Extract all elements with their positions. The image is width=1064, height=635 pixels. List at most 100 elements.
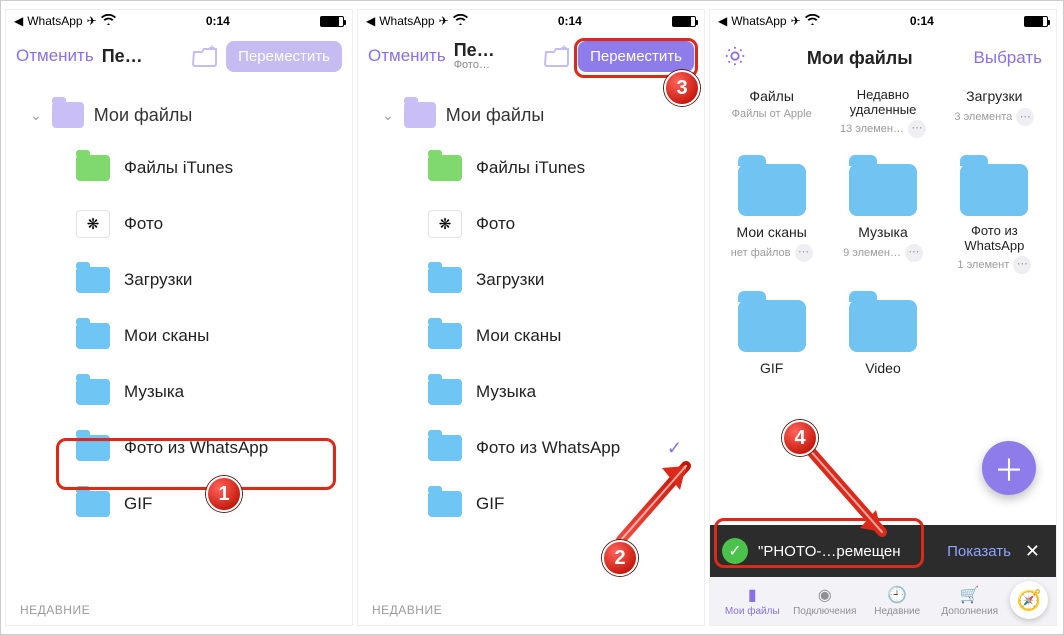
grid-cell[interactable]: Фото из WhatsApp 1 элемент ⋯ xyxy=(943,146,1046,276)
folder-row[interactable]: ❋ Фото xyxy=(368,196,694,252)
root-folder-row[interactable]: ⌄ Мои файлы xyxy=(368,90,694,140)
grid-cell[interactable]: Загрузки 3 элемента⋯ xyxy=(943,84,1046,140)
success-check-icon: ✓ xyxy=(722,538,748,564)
grid-cell[interactable]: Музыка 9 элемен… ⋯ xyxy=(831,146,934,276)
folder-row[interactable]: Файлы iTunes xyxy=(368,140,694,196)
safari-compass-icon[interactable]: 🧭 xyxy=(1010,581,1048,619)
tab-my-files[interactable]: ▮ Мои файлы xyxy=(716,586,789,617)
status-bar: ◀ WhatsApp ✈ 0:14 xyxy=(6,10,352,32)
folder-title: GIF xyxy=(760,360,783,378)
wifi-icon xyxy=(453,14,468,28)
folder-row[interactable]: Музыка xyxy=(368,364,694,420)
ellipsis-icon[interactable]: ⋯ xyxy=(908,120,926,138)
back-app-label[interactable]: WhatsApp xyxy=(27,14,82,28)
nav-subtitle: Фото… xyxy=(454,60,495,72)
close-icon[interactable]: ✕ xyxy=(1021,541,1044,562)
folder-icon xyxy=(428,267,462,293)
nav-title: Пе… xyxy=(454,41,495,60)
wifi-icon xyxy=(805,14,820,28)
ellipsis-icon[interactable]: ⋯ xyxy=(795,244,813,262)
battery-icon xyxy=(672,16,696,27)
status-time: 0:14 xyxy=(468,14,672,28)
folder-title: Мои сканы xyxy=(737,224,807,242)
folder-row[interactable]: Файлы iTunes xyxy=(16,140,342,196)
ellipsis-icon[interactable]: ⋯ xyxy=(905,244,923,262)
tab-label: Мои файлы xyxy=(725,606,780,617)
back-app-label[interactable]: WhatsApp xyxy=(379,14,434,28)
folder-row[interactable]: Фото из WhatsApp xyxy=(16,420,342,476)
folder-list: ⌄ Мои файлы Файлы iTunes ❋ Фото Загрузки… xyxy=(6,80,352,532)
svg-text:+: + xyxy=(561,45,567,54)
cancel-button[interactable]: Отменить xyxy=(16,46,94,66)
tab-addons[interactable]: 🛒 Дополнения xyxy=(934,586,1007,617)
folder-meta: 1 элемент xyxy=(957,259,1009,271)
folder-row[interactable]: Загрузки xyxy=(368,252,694,308)
nav-title: Пе… xyxy=(102,47,143,66)
back-chevron-icon: ◀ xyxy=(366,14,375,28)
screen-1: ◀ WhatsApp ✈ 0:14 Отменить Пе… + Перемес… xyxy=(5,9,353,626)
status-bar: ◀ WhatsApp ✈ 0:14 xyxy=(358,10,704,32)
folder-row[interactable]: Загрузки xyxy=(16,252,342,308)
add-button[interactable]: ＋ xyxy=(982,441,1036,495)
chevron-down-icon: ⌄ xyxy=(30,107,42,124)
select-button[interactable]: Выбрать xyxy=(974,48,1042,68)
new-folder-icon[interactable]: + xyxy=(544,45,570,67)
move-button[interactable]: Переместить xyxy=(578,41,694,72)
tab-label: Недавние xyxy=(874,606,920,617)
folder-title: Video xyxy=(865,360,901,378)
folder-row[interactable]: Мои сканы xyxy=(368,308,694,364)
folder-meta: 9 элемен… xyxy=(843,247,901,259)
folder-icon xyxy=(960,164,1028,216)
folder-row[interactable]: GIF xyxy=(16,476,342,532)
ellipsis-icon[interactable]: ⋯ xyxy=(1016,108,1034,126)
folder-label: Музыка xyxy=(476,382,536,402)
folder-title: Музыка xyxy=(858,224,908,242)
step-badge-1: 1 xyxy=(206,476,242,512)
back-app-label[interactable]: WhatsApp xyxy=(731,14,786,28)
folder-title: Фото из WhatsApp xyxy=(943,224,1046,254)
battery-icon xyxy=(320,16,344,27)
airplane-icon: ✈ xyxy=(87,14,97,28)
folder-row[interactable]: ❋ Фото xyxy=(16,196,342,252)
itunes-folder-icon xyxy=(76,155,110,181)
folder-icon xyxy=(76,323,110,349)
folder-icon xyxy=(428,435,462,461)
folder-icon xyxy=(76,435,110,461)
grid-cell[interactable]: Мои сканы нет файлов⋯ xyxy=(720,146,823,276)
grid-cell[interactable]: GIF xyxy=(720,282,823,380)
folder-label: Фото из WhatsApp xyxy=(124,438,268,458)
folder-grid: Файлы Файлы от Apple Недавно удаленные 1… xyxy=(710,84,1056,380)
root-folder-row[interactable]: ⌄ Мои файлы xyxy=(16,90,342,140)
folder-label: GIF xyxy=(124,494,152,514)
move-button[interactable]: Переместить xyxy=(226,41,342,72)
tab-recent[interactable]: 🕘 Недавние xyxy=(861,586,934,617)
cancel-button[interactable]: Отменить xyxy=(368,46,446,66)
toast-show-button[interactable]: Показать xyxy=(947,543,1011,560)
arrow-icon xyxy=(786,440,906,550)
nav-bar: Мои файлы Выбрать xyxy=(710,32,1056,84)
screen-3: ◀ WhatsApp ✈ 0:14 Мои файлы Выбрать Файл xyxy=(709,9,1057,626)
ellipsis-icon[interactable]: ⋯ xyxy=(1013,256,1031,274)
folder-label: GIF xyxy=(476,494,504,514)
nav-bar: Отменить Пе… + Переместить xyxy=(6,32,352,80)
folder-icon xyxy=(76,491,110,517)
tab-label: Дополнения xyxy=(941,606,998,617)
chevron-down-icon: ⌄ xyxy=(382,107,394,124)
folder-icon xyxy=(849,164,917,216)
folder-row[interactable]: Музыка xyxy=(16,364,342,420)
new-folder-icon[interactable]: + xyxy=(192,45,218,67)
svg-text:+: + xyxy=(209,45,215,54)
folder-label: Мои сканы xyxy=(124,326,209,346)
folder-label: Файлы iTunes xyxy=(124,158,233,178)
gear-icon[interactable] xyxy=(724,45,746,72)
folder-label: Файлы iTunes xyxy=(476,158,585,178)
folder-row[interactable]: Мои сканы xyxy=(16,308,342,364)
grid-cell[interactable]: Файлы Файлы от Apple xyxy=(720,84,823,140)
folder-icon xyxy=(76,379,110,405)
battery-icon xyxy=(1024,16,1048,27)
grid-cell[interactable]: Недавно удаленные 13 элемен…⋯ xyxy=(831,84,934,140)
page-title: Мои файлы xyxy=(746,48,974,69)
folder-icon xyxy=(738,164,806,216)
tab-connections[interactable]: ◉ Подключения xyxy=(789,586,862,617)
grid-cell[interactable]: Video xyxy=(831,282,934,380)
